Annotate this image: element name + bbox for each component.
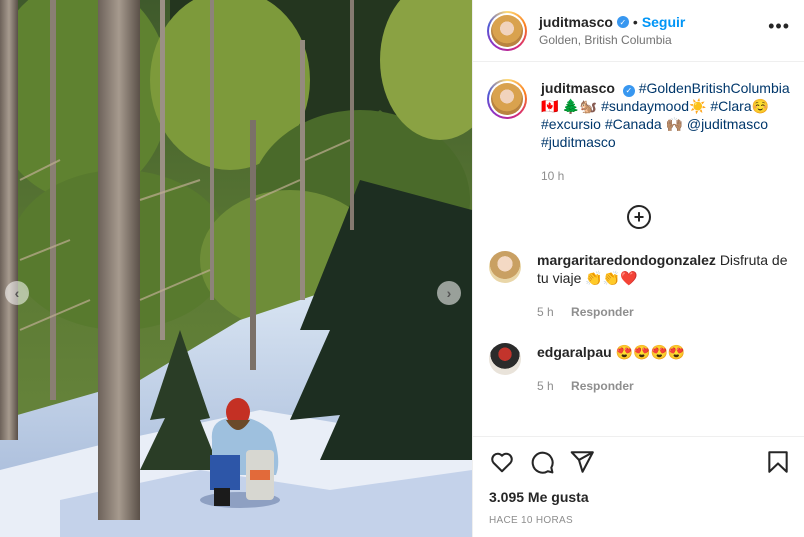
commenter-username[interactable]: edgaralpau [537,344,612,360]
follow-button[interactable]: Seguir [642,14,686,30]
comment-item: edgaralpau 😍😍😍😍 5 h Responder [487,343,791,395]
post-location[interactable]: Golden, British Columbia [539,33,768,47]
commenter-avatar[interactable] [489,343,521,375]
comment-icon[interactable] [529,449,555,475]
commenter-username[interactable]: margaritaredondogonzalez [537,252,716,268]
caption-body: juditmasco ✓ #GoldenBritishColumbia 🇨🇦 🌲… [541,79,791,185]
share-icon[interactable] [569,449,595,475]
post-actions: 3.095 Me gusta HACE 10 HORAS [473,436,804,526]
squirrel-emoji: 🐿️ [579,98,598,114]
hashtag-link[interactable]: #juditmasco [541,134,616,150]
reply-button[interactable]: Responder [571,305,634,319]
avatar-image [491,83,523,115]
hashtag-link[interactable]: #Canada [605,116,662,132]
caption-username[interactable]: juditmasco [541,80,615,96]
hashtag-link[interactable]: #Clara [710,98,751,114]
post-timestamp[interactable]: HACE 10 HORAS [489,515,791,526]
mention-link[interactable]: @juditmasco [687,116,768,132]
forest-snow-image [0,0,472,537]
post-header: juditmasco ✓ • Seguir Golden, British Co… [473,0,804,62]
comment-time[interactable]: 5 h [537,379,554,393]
action-icons [489,447,791,477]
commenter-avatar[interactable] [489,251,521,283]
author-username[interactable]: juditmasco [539,14,613,30]
raised-hands-emoji: 🙌🏽 [665,116,683,132]
comment-time[interactable]: 5 h [537,305,554,319]
chevron-left-icon: ‹ [14,285,20,301]
caption-avatar[interactable] [487,79,527,119]
comment-item: margaritaredondogonzalez Disfruta de tu … [487,251,791,321]
comment-text: 😍😍😍😍 [615,344,686,360]
chevron-right-icon: › [446,285,452,301]
tree-emoji: 🌲 [562,98,580,114]
reply-button[interactable]: Responder [571,379,634,393]
carousel-next-button[interactable]: › [437,281,461,305]
heart-icon[interactable] [489,449,515,475]
likes-count[interactable]: 3.095 Me gusta [489,489,791,505]
verified-badge-icon: ✓ [616,16,629,28]
separator-dot: • [632,14,638,30]
post-photo[interactable]: ‹ › [0,0,472,537]
comment-body: edgaralpau 😍😍😍😍 5 h Responder [537,343,791,395]
hashtag-link[interactable]: #sundaymood [601,98,689,114]
comments-section: juditmasco ✓ #GoldenBritishColumbia 🇨🇦 🌲… [473,63,804,435]
hashtag-link[interactable]: #GoldenBritishColumbia [639,80,790,96]
load-more-comments: + [487,205,791,229]
sun-emoji: ☀️ [689,98,707,114]
comment-meta: 5 h Responder [537,377,791,395]
smile-emoji: ☺️ [751,98,770,114]
bookmark-icon[interactable] [765,449,791,475]
instagram-post: ‹ › juditmasco ✓ • Seguir Golden, Britis… [0,0,804,537]
comment-body: margaritaredondogonzalez Disfruta de tu … [537,251,791,321]
author-avatar[interactable] [487,10,527,51]
canada-flag-emoji: 🇨🇦 [541,98,559,114]
plus-circle-icon[interactable]: + [627,205,651,229]
carousel-prev-button[interactable]: ‹ [5,281,29,305]
post-side-panel: juditmasco ✓ • Seguir Golden, British Co… [472,0,804,537]
caption: juditmasco ✓ #GoldenBritishColumbia 🇨🇦 🌲… [487,79,791,185]
more-options-icon[interactable]: ••• [768,16,790,45]
verified-badge-icon: ✓ [622,85,635,97]
author-info: juditmasco ✓ • Seguir Golden, British Co… [539,14,768,47]
caption-time[interactable]: 10 h [541,167,791,185]
avatar-image [491,14,523,47]
hashtag-link[interactable]: #excursio [541,116,601,132]
comment-meta: 5 h Responder [537,303,791,321]
